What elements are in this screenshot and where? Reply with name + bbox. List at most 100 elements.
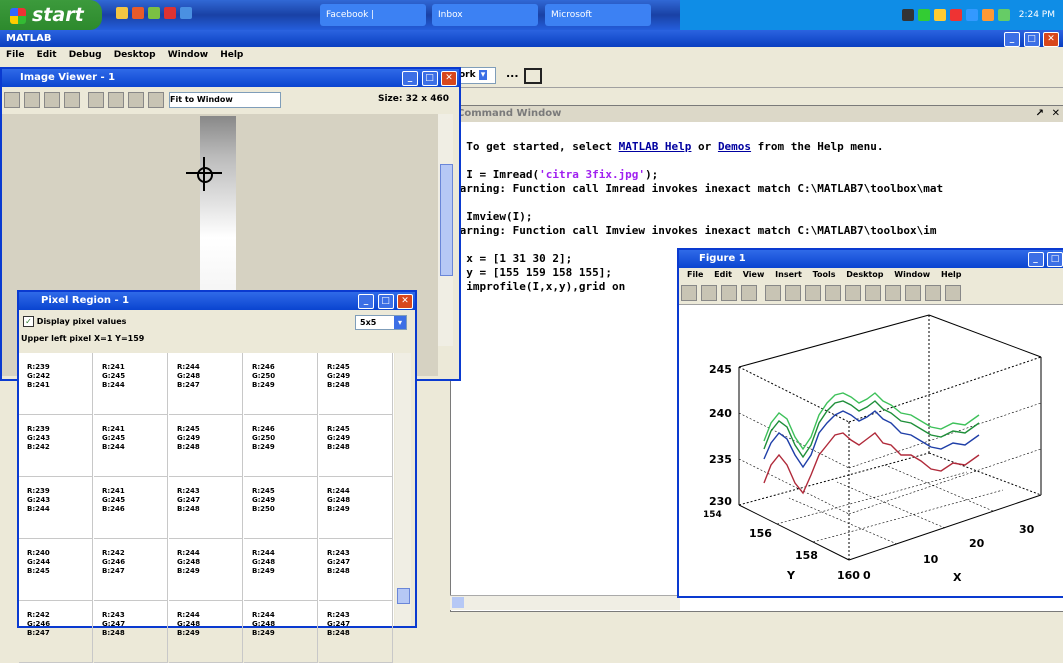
pixel-region-window: Pixel Region - 1 _ □ ✕ ✓ Display pixel v… (17, 290, 417, 663)
fig-menu-edit[interactable]: Edit (714, 270, 732, 279)
copy-icon[interactable] (24, 92, 40, 108)
pan-hand-icon[interactable] (824, 285, 841, 301)
save-icon[interactable] (721, 285, 737, 301)
browse-folder-icon[interactable] (524, 68, 542, 84)
display-pixel-values-checkbox[interactable]: ✓ (23, 316, 34, 327)
tray-icon[interactable] (933, 8, 946, 21)
taskbar-button[interactable]: Facebook | (320, 4, 426, 26)
close-button[interactable]: ✕ (1043, 32, 1059, 47)
pixel-value: R:245 (252, 487, 275, 495)
data-cursor-icon[interactable] (864, 285, 881, 301)
taskbar-button[interactable]: Inbox (432, 4, 538, 26)
save-icon[interactable] (4, 92, 20, 108)
fig-menu-help[interactable]: Help (941, 270, 962, 279)
pixel-value: B:248 (177, 505, 200, 513)
maximize-button[interactable]: □ (377, 294, 394, 309)
tray-icon[interactable] (981, 8, 994, 21)
demos-link[interactable]: Demos (718, 140, 751, 153)
tray-icon[interactable] (997, 8, 1010, 21)
figure-toolbar (679, 282, 1063, 305)
scroll-left-icon[interactable] (452, 597, 464, 608)
close-icon[interactable]: ✕ (1052, 106, 1060, 122)
pixel-cell: R:243 G:247 B:248 (169, 477, 243, 539)
maximize-button[interactable]: □ (421, 71, 438, 86)
pixel-value: G:249 (327, 434, 351, 442)
current-directory-field[interactable]: ork ▾ (458, 67, 496, 84)
print-icon[interactable] (741, 285, 757, 301)
pixel-cell: R:239 G:242 B:241 (19, 353, 93, 415)
fig-menu-insert[interactable]: Insert (775, 270, 802, 279)
close-button[interactable]: ✕ (441, 71, 457, 86)
pan-hand-icon[interactable] (147, 92, 164, 108)
pixel-value: R:242 (27, 611, 50, 619)
horizontal-scrollbar[interactable] (450, 595, 680, 610)
app-icon[interactable] (116, 7, 128, 19)
zoom-out-icon[interactable] (127, 92, 144, 108)
help-icon[interactable] (64, 92, 80, 108)
fig-menu-window[interactable]: Window (894, 270, 930, 279)
new-figure-icon[interactable] (681, 285, 697, 301)
close-button[interactable]: ✕ (397, 294, 413, 309)
show-plot-tools-icon[interactable] (944, 285, 961, 301)
matlab-help-link[interactable]: MATLAB Help (619, 140, 692, 153)
pixel-cell: R:241 G:245 B:246 (94, 477, 168, 539)
pixel-value: R:241 (102, 363, 125, 371)
pixel-grid[interactable]: R:239 G:242 B:241 R:241 G:245 B:244 R:244 G:248… (19, 353, 394, 663)
magnification-select[interactable]: Fit to Window (169, 92, 281, 108)
maximize-button[interactable]: □ (1023, 32, 1040, 47)
ellipsis-button[interactable]: ... (506, 67, 519, 80)
zoom-in-icon[interactable] (107, 92, 124, 108)
pointer-icon[interactable] (764, 285, 781, 301)
open-icon[interactable] (701, 285, 717, 301)
menu-file[interactable]: File (6, 50, 24, 60)
pixel-value: G:249 (252, 496, 276, 504)
minimize-button[interactable]: _ (358, 294, 375, 309)
vertical-scrollbar[interactable] (438, 114, 453, 346)
taskbar-button[interactable]: Microsoft (545, 4, 651, 26)
fig-menu-desktop[interactable]: Desktop (846, 270, 883, 279)
tray-icon[interactable] (917, 8, 930, 21)
zoom-out-icon[interactable] (804, 285, 821, 301)
fig-menu-view[interactable]: View (743, 270, 765, 279)
rotate-3d-icon[interactable] (844, 285, 861, 301)
scroll-down-icon[interactable] (397, 588, 410, 604)
fig-menu-file[interactable]: File (687, 270, 703, 279)
menu-help[interactable]: Help (220, 50, 243, 60)
app-icon[interactable] (164, 7, 176, 19)
tray-icon[interactable] (965, 8, 978, 21)
pixel-value: R:244 (177, 611, 200, 619)
start-button[interactable]: start (0, 0, 102, 30)
menu-window[interactable]: Window (168, 50, 208, 60)
tray-icon[interactable] (949, 8, 962, 21)
pixel-region-title: Pixel Region - 1 (41, 295, 130, 306)
maximize-button[interactable]: □ (1047, 252, 1063, 267)
fig-menu-tools[interactable]: Tools (813, 270, 836, 279)
chevron-down-icon[interactable]: ▾ (478, 70, 488, 80)
minimize-button[interactable]: _ (1004, 32, 1021, 47)
pixel-value: G:242 (27, 372, 51, 380)
legend-icon[interactable] (904, 285, 921, 301)
grid-size-select[interactable]: 5x5 ▾ (355, 315, 407, 330)
pixel-cell: R:240 G:244 B:245 (19, 539, 93, 601)
minimize-button[interactable]: _ (1027, 252, 1044, 267)
pixel-value: B:249 (177, 567, 200, 575)
pixel-region-icon[interactable] (44, 92, 60, 108)
colorbar-icon[interactable] (884, 285, 901, 301)
minimize-button[interactable]: _ (402, 71, 419, 86)
tray-icon[interactable] (901, 8, 914, 21)
image-viewer-title: Image Viewer - 1 (20, 72, 116, 83)
app-icon[interactable] (180, 7, 192, 19)
vertical-scrollbar[interactable] (395, 353, 411, 626)
hide-plot-tools-icon[interactable] (924, 285, 941, 301)
pointer-icon[interactable] (87, 92, 104, 108)
scroll-thumb[interactable] (440, 164, 453, 276)
menu-desktop[interactable]: Desktop (114, 50, 156, 60)
menu-debug[interactable]: Debug (69, 50, 102, 60)
app-icon[interactable] (148, 7, 160, 19)
zoom-in-icon[interactable] (784, 285, 801, 301)
figure-axes[interactable]: 245 240 235 230 154 156 158 160 0 10 20 … (679, 305, 1061, 592)
undock-icon[interactable]: ↗ (1036, 106, 1044, 122)
chevron-down-icon[interactable]: ▾ (394, 316, 406, 329)
menu-edit[interactable]: Edit (37, 50, 57, 60)
app-icon[interactable] (132, 7, 144, 19)
